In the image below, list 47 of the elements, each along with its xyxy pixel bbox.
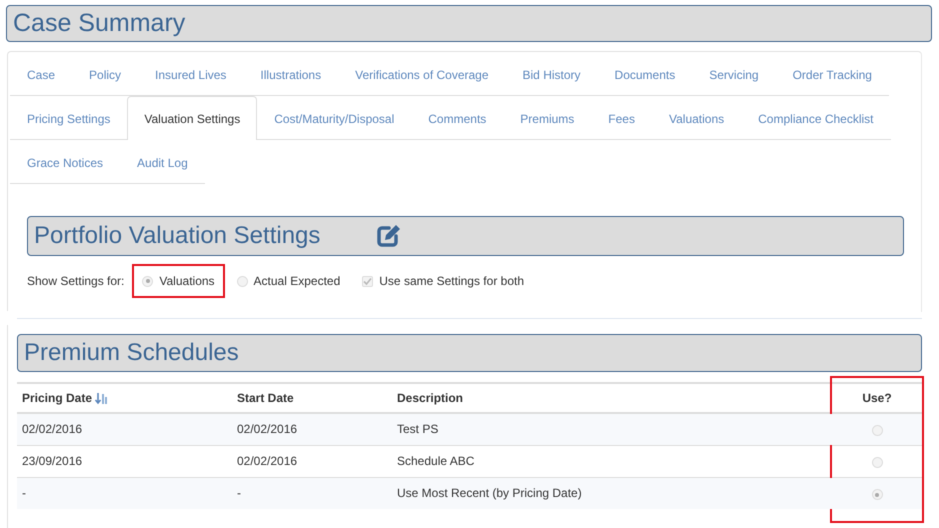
tab[interactable]: Audit Log [120, 141, 205, 184]
section-title: Portfolio Valuation Settings [34, 222, 320, 250]
page-title: Case Summary [6, 5, 932, 42]
table-cell: Schedule ABC [397, 454, 474, 468]
tab[interactable]: Fees [591, 97, 652, 140]
tab[interactable]: Cost/Maturity/Disposal [257, 97, 412, 140]
column-header[interactable]: Use? [862, 391, 892, 405]
tab[interactable]: Documents [598, 53, 692, 96]
table-cell: - [237, 486, 241, 500]
table-cell: 02/02/2016 [237, 454, 298, 468]
tab[interactable]: Insured Lives [138, 53, 244, 96]
tab[interactable]: Verifications of Coverage [338, 53, 506, 96]
tab[interactable]: Compliance Checklist [741, 97, 891, 140]
table-cell: 02/02/2016 [22, 422, 82, 436]
radio-button[interactable] [872, 456, 882, 468]
column-header[interactable]: Description [397, 391, 464, 405]
section-title: Premium Schedules [24, 339, 239, 367]
tab[interactable]: Policy [72, 53, 138, 96]
tab[interactable]: Valuation Settings [127, 96, 258, 140]
radio-button[interactable] [142, 276, 154, 286]
radio-button[interactable] [872, 489, 882, 500]
table-cell: Use Most Recent (by Pricing Date) [397, 486, 582, 500]
table-cell: 02/02/2016 [237, 422, 298, 436]
tab[interactable]: Illustrations [243, 53, 338, 96]
tab[interactable]: Order Tracking [776, 53, 889, 96]
tab[interactable]: Valuations [652, 97, 742, 140]
edit-icon[interactable] [376, 224, 402, 248]
tab[interactable]: Premiums [503, 97, 592, 140]
tab[interactable]: Servicing [692, 53, 776, 96]
option-label: Actual Expected [254, 274, 340, 288]
tab[interactable]: Case [10, 53, 72, 96]
tab[interactable]: Bid History [506, 53, 598, 96]
tab[interactable]: Pricing Settings [10, 97, 128, 140]
sort-icon[interactable] [95, 392, 108, 405]
option-label: Use same Settings for both [379, 274, 524, 288]
table-cell: Test PS [397, 422, 438, 436]
column-header[interactable]: Start Date [237, 391, 294, 405]
tab[interactable]: Grace Notices [10, 141, 120, 184]
table-cell: - [22, 486, 26, 500]
radio-button[interactable] [236, 276, 248, 286]
column-header[interactable]: Pricing Date [22, 391, 92, 405]
radio-button[interactable] [872, 425, 882, 436]
option-label: Valuations [159, 274, 215, 288]
checkbox[interactable] [362, 276, 374, 286]
table-cell: 23/09/2016 [22, 454, 82, 468]
tab[interactable]: Comments [411, 97, 504, 140]
option-label: Show Settings for: [27, 274, 124, 288]
